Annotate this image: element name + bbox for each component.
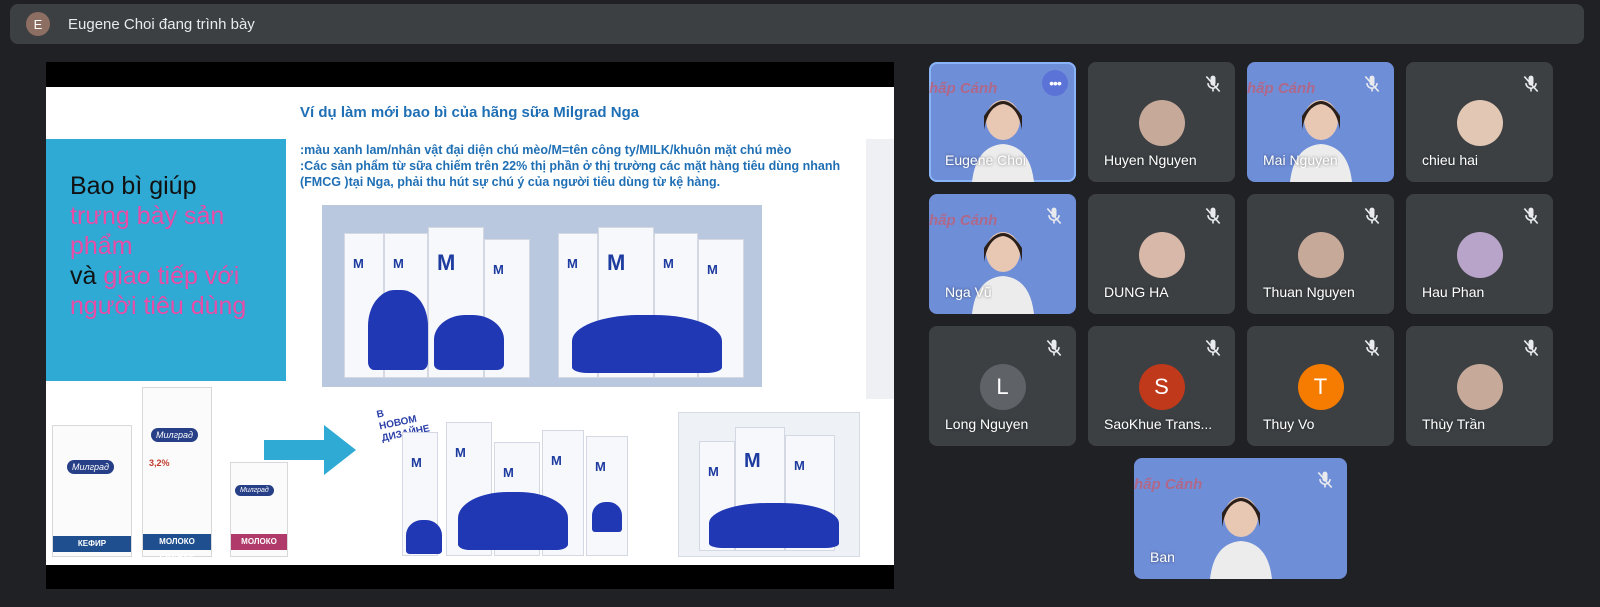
participant-tile[interactable]: Thuan Nguyen [1247,194,1394,314]
more-options-button[interactable]: ••• [1042,70,1068,96]
headline-text-2: và [70,262,97,290]
mic-off-icon [1521,74,1541,94]
presentation-slide: Ví dụ làm mới bao bì của hãng sữa Milgra… [46,87,894,565]
shared-screen[interactable]: Ví dụ làm mới bao bì của hãng sữa Milgra… [46,62,894,589]
participant-avatar [1138,232,1185,278]
participant-avatar [1297,232,1344,278]
participant-tile[interactable]: Hau Phan [1406,194,1553,314]
participant-name: Nga Vũ [945,284,992,300]
presenter-bar: E Eugene Choi đang trình bày [10,4,1584,44]
participant-name: Mai Nguyen [1263,152,1338,168]
participant-tile[interactable]: hấp Cánh Nga Vũ [929,194,1076,314]
participant-tile[interactable]: hấp Cánh Mai Nguyen [1247,62,1394,182]
headline-pink-1: trưng bày sản phẩm [70,202,225,260]
participant-avatar: S [1138,364,1185,410]
mic-off-icon [1362,338,1382,358]
participant-video [1209,497,1272,579]
mic-off-icon [1521,206,1541,226]
headline-box: Bao bì giúp trưng bày sản phẩm và giao t… [46,139,286,381]
slide-title: Ví dụ làm mới bao bì của hãng sữa Milgra… [300,104,640,121]
participant-name: SaoKhue Trans... [1104,416,1213,432]
old-pack-milk: Милград 3,2% МОЛОКО СВЕЖЕЕ [142,387,212,562]
new-lineup-image: M M M M M M M M [402,412,862,557]
participant-name: Thuy Vo [1263,416,1315,432]
participant-avatar [1456,100,1503,146]
participant-tile[interactable]: DUNG HA [1088,194,1235,314]
mic-off-icon [1203,74,1223,94]
slide-note-1: :màu xanh lam/nhân vật đại diện chú mèo/… [300,143,792,157]
participant-avatar: T [1297,364,1344,410]
participant-tile[interactable]: Huyen Nguyen [1088,62,1235,182]
slide-note-3: (FMCG )tại Nga, phải thu hút sự chú ý củ… [300,175,721,189]
participant-name: Huyen Nguyen [1104,152,1197,168]
mic-off-icon [1044,206,1064,226]
mic-off-icon [1044,338,1064,358]
participant-tile[interactable]: hấp Cánh ••• Eugene Choi [929,62,1076,182]
participant-name: Eugene Choi [945,152,1026,168]
mic-off-icon [1521,338,1541,358]
participant-tile[interactable]: T Thuy Vo [1247,326,1394,446]
mic-off-icon [1362,206,1382,226]
participant-tile[interactable]: S SaoKhue Trans... [1088,326,1235,446]
participant-avatar [1456,364,1503,410]
arrow-right-icon [264,425,356,475]
participant-name: Thuan Nguyen [1263,284,1355,300]
participant-tile[interactable]: Thùy Trần [1406,326,1553,446]
mic-off-icon [1315,470,1335,490]
participant-name: chieu hai [1422,152,1479,168]
participant-tile[interactable]: L Long Nguyen [929,326,1076,446]
participant-name: Thùy Trần [1422,416,1486,432]
participant-tile[interactable]: chieu hai [1406,62,1553,182]
headline-pink-2: giao tiếp với người tiêu dùng [70,262,247,320]
participant-name: Long Nguyen [945,416,1029,432]
mic-off-icon [1203,338,1223,358]
participant-tile[interactable]: hấp Cánh Ban [1134,458,1347,579]
participant-name: Ban [1150,549,1175,565]
participant-name: DUNG HA [1104,284,1169,300]
headline-text-1: Bao bì giúp [70,172,197,200]
old-pack-kefir: Милград КЕФИР [52,425,132,557]
video-banner-text: hấp Cánh [1134,476,1203,493]
slide-note-2: :Các sản phẩm từ sữa chiếm trên 22% thị … [300,159,841,173]
presenter-avatar: E [26,12,50,36]
participant-avatar [1138,100,1185,146]
participant-avatar [1456,232,1503,278]
participant-name: Hau Phan [1422,284,1485,300]
old-pack-small: Милград МОЛОКО [230,462,288,557]
participant-avatar: L [979,364,1026,410]
presenter-label: Eugene Choi đang trình bày [68,15,255,33]
mic-off-icon [1362,74,1382,94]
mic-off-icon [1203,206,1223,226]
new-packaging-image: M M M M M M M M [322,205,762,387]
slide-side-strip [866,139,894,399]
slide-notes: :màu xanh lam/nhân vật đại diện chú mèo/… [300,142,880,190]
